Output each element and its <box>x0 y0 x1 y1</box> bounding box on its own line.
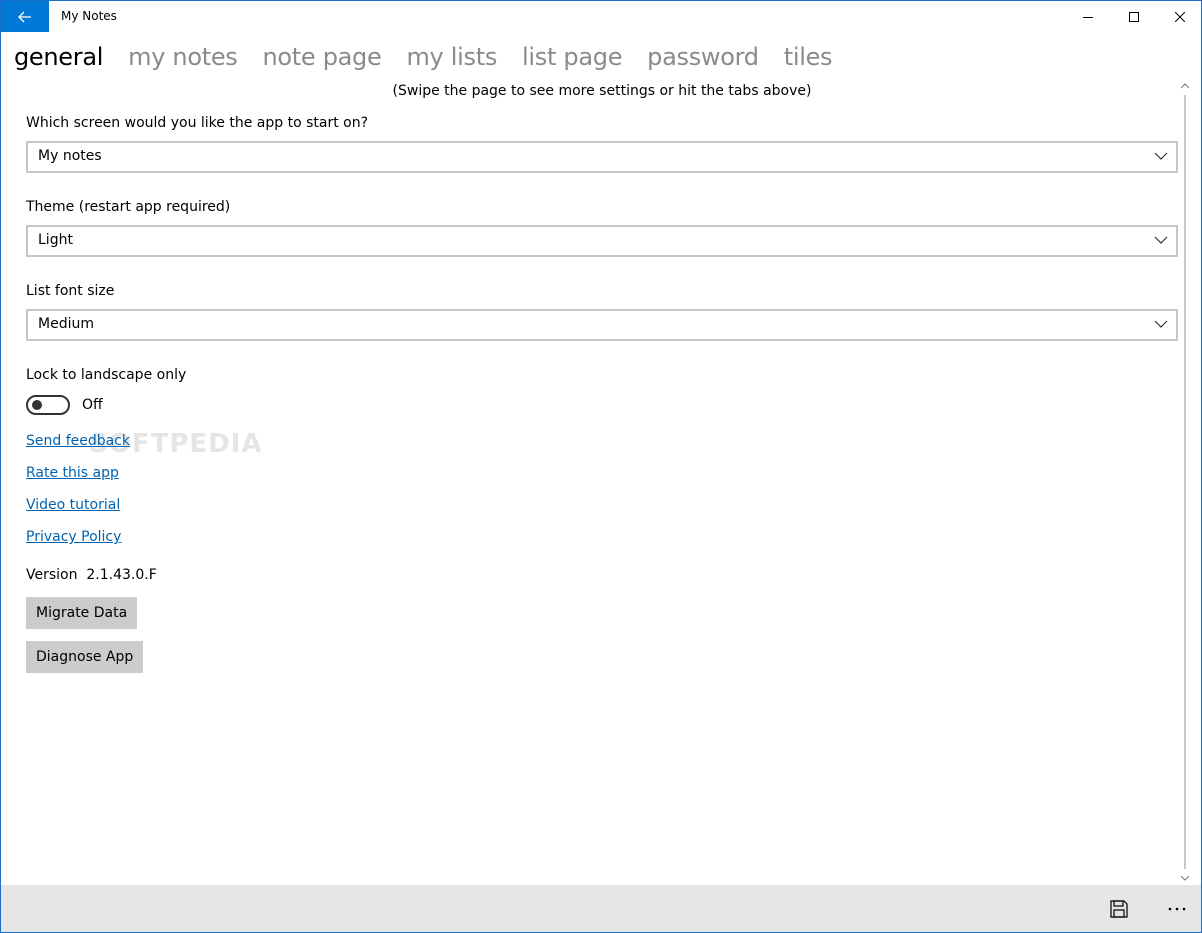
tab-my-lists[interactable]: my lists <box>406 43 497 77</box>
app-window: My Notes general my notes note page my l… <box>0 0 1202 933</box>
close-icon <box>1175 11 1185 22</box>
arrow-left-icon <box>18 11 31 22</box>
more-options-button[interactable] <box>1159 891 1195 927</box>
toggle-knob <box>32 400 42 410</box>
start-screen-dropdown[interactable]: My notes <box>26 141 1178 173</box>
minimize-icon <box>1083 16 1093 18</box>
video-tutorial-link[interactable]: Video tutorial <box>26 497 120 513</box>
start-screen-value: My notes <box>38 148 102 164</box>
tab-note-page[interactable]: note page <box>263 43 382 77</box>
window-title: My Notes <box>61 9 117 23</box>
landscape-state: Off <box>82 397 103 413</box>
rate-app-link[interactable]: Rate this app <box>26 465 119 481</box>
maximize-button[interactable] <box>1111 1 1157 32</box>
tab-tiles[interactable]: tiles <box>784 43 833 77</box>
theme-label: Theme (restart app required) <box>26 199 231 215</box>
scroll-down-icon[interactable] <box>1181 875 1189 881</box>
chevron-down-icon <box>1154 152 1168 160</box>
landscape-label: Lock to landscape only <box>26 367 187 383</box>
pivot-tabs: general my notes note page my lists list… <box>14 43 857 77</box>
font-size-value: Medium <box>38 316 94 332</box>
vertical-scrollbar[interactable] <box>1178 83 1192 883</box>
theme-dropdown[interactable]: Light <box>26 225 1178 257</box>
tab-password[interactable]: password <box>647 43 759 77</box>
tab-my-notes[interactable]: my notes <box>128 43 238 77</box>
chevron-down-icon <box>1154 320 1168 328</box>
version-text: Version 2.1.43.0.F <box>26 567 157 583</box>
start-screen-label: Which screen would you like the app to s… <box>26 115 369 131</box>
floppy-disk-icon <box>1110 900 1128 918</box>
privacy-policy-link[interactable]: Privacy Policy <box>26 529 121 545</box>
scrollbar-track[interactable] <box>1184 95 1186 869</box>
landscape-toggle[interactable] <box>26 395 70 415</box>
back-button[interactable] <box>1 1 49 32</box>
tab-list-page[interactable]: list page <box>522 43 622 77</box>
bottom-app-bar <box>1 885 1201 932</box>
font-size-dropdown[interactable]: Medium <box>26 309 1178 341</box>
theme-value: Light <box>38 232 73 248</box>
swipe-hint: (Swipe the page to see more settings or … <box>392 83 812 99</box>
migrate-data-button[interactable]: Migrate Data <box>26 597 138 629</box>
font-size-label: List font size <box>26 283 115 299</box>
save-button[interactable] <box>1101 891 1137 927</box>
title-bar: My Notes <box>1 1 1201 32</box>
minimize-button[interactable] <box>1065 1 1111 32</box>
tab-general[interactable]: general <box>14 43 103 77</box>
diagnose-app-button[interactable]: Diagnose App <box>26 641 144 673</box>
close-button[interactable] <box>1157 1 1201 32</box>
scroll-up-icon[interactable] <box>1181 83 1189 89</box>
chevron-down-icon <box>1154 236 1168 244</box>
maximize-icon <box>1129 11 1139 22</box>
ellipsis-icon <box>1168 907 1186 911</box>
send-feedback-link[interactable]: Send feedback <box>26 433 130 449</box>
